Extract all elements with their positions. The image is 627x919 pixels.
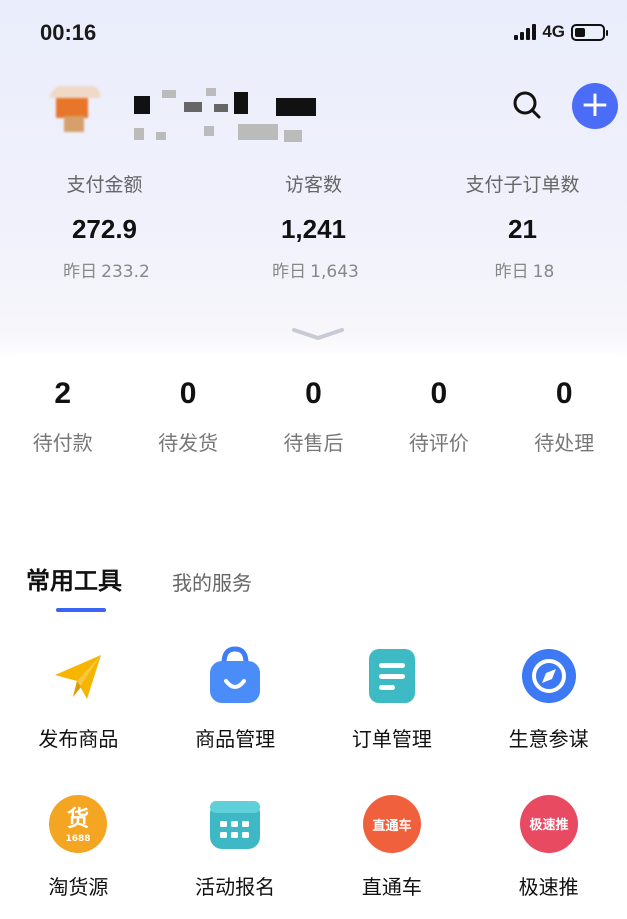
main-card: 2 待付款 0 待发货 0 待售后 0 待评价 0 待处理 常用工具 我的服务 bbox=[0, 353, 627, 919]
stat-value: 1,241 bbox=[280, 214, 347, 244]
svg-text:货: 货 bbox=[67, 806, 89, 832]
stat-label: 支付子订单数 bbox=[465, 174, 580, 196]
status-icons: 4G bbox=[514, 22, 608, 42]
calendar-icon bbox=[204, 793, 266, 855]
tab-my-services[interactable]: 我的服务 bbox=[172, 567, 252, 596]
order-after-sales[interactable]: 0 待售后 bbox=[251, 377, 376, 456]
tool-goods-source[interactable]: 货 1688 淘货源 bbox=[0, 793, 157, 919]
add-button[interactable]: + bbox=[572, 83, 618, 129]
tool-order-management[interactable]: 订单管理 bbox=[314, 645, 471, 793]
tool-product-management[interactable]: 商品管理 bbox=[157, 645, 314, 793]
order-pending-handling[interactable]: 0 待处理 bbox=[502, 377, 627, 456]
tools-grid: 发布商品 商品管理 订单管理 生意参谋 货 1688 淘货源 活动报名 直通车 … bbox=[0, 645, 627, 919]
order-label: 待发货 bbox=[158, 431, 219, 455]
order-label: 待付款 bbox=[32, 431, 93, 455]
shop-name-pixelated[interactable] bbox=[126, 82, 326, 142]
order-count: 0 bbox=[555, 377, 573, 410]
shop-avatar[interactable] bbox=[46, 80, 106, 140]
svg-text:直通车: 直通车 bbox=[372, 818, 411, 834]
order-pending-payment[interactable]: 2 待付款 bbox=[0, 377, 125, 456]
stat-yesterday: 昨日 233.2 bbox=[63, 262, 150, 282]
stat-yesterday: 昨日 1,643 bbox=[272, 262, 359, 282]
tool-label: 发布商品 bbox=[38, 727, 119, 751]
goods-source-icon: 货 1688 bbox=[47, 793, 109, 855]
stat-label: 支付金额 bbox=[66, 174, 143, 196]
tool-label: 淘货源 bbox=[48, 875, 109, 899]
status-bar: 00:16 4G bbox=[0, 0, 627, 70]
shopping-bag-icon bbox=[204, 645, 266, 707]
tool-business-advisor[interactable]: 生意参谋 bbox=[470, 645, 627, 793]
network-label: 4G bbox=[542, 22, 565, 41]
tools-tabs: 常用工具 我的服务 bbox=[26, 561, 252, 612]
order-count: 2 bbox=[54, 377, 72, 410]
order-status-row: 2 待付款 0 待发货 0 待售后 0 待评价 0 待处理 bbox=[0, 377, 627, 456]
order-pending-shipment[interactable]: 0 待发货 bbox=[125, 377, 250, 456]
ztc-icon: 直通车 bbox=[361, 793, 423, 855]
stat-yesterday: 昨日 18 bbox=[494, 262, 555, 282]
document-list-icon bbox=[361, 645, 423, 707]
tool-event-signup[interactable]: 活动报名 bbox=[157, 793, 314, 919]
order-count: 0 bbox=[305, 377, 322, 410]
tool-jisutui[interactable]: 极速推 极速推 bbox=[470, 793, 627, 919]
stat-label: 访客数 bbox=[284, 174, 342, 196]
tool-label: 商品管理 bbox=[195, 727, 276, 751]
compass-icon bbox=[518, 645, 580, 707]
order-pending-review[interactable]: 0 待评价 bbox=[376, 377, 501, 456]
svg-text:极速推: 极速推 bbox=[529, 817, 568, 833]
store-stats: 支付金额 272.9 昨日 233.2 访客数 1,241 昨日 1,643 支付子… bbox=[0, 170, 627, 282]
tool-label: 活动报名 bbox=[195, 875, 276, 899]
order-label: 待处理 bbox=[534, 431, 595, 455]
order-count: 0 bbox=[179, 377, 197, 410]
jisutui-icon: 极速推 bbox=[518, 793, 580, 855]
tool-publish-product[interactable]: 发布商品 bbox=[0, 645, 157, 793]
order-label: 待评价 bbox=[408, 431, 469, 455]
svg-text:1688: 1688 bbox=[66, 834, 91, 844]
stat-value: 21 bbox=[508, 214, 537, 244]
tool-label: 直通车 bbox=[361, 875, 422, 899]
shop-header: + bbox=[0, 70, 627, 150]
order-count: 0 bbox=[430, 377, 448, 410]
tool-label: 生意参谋 bbox=[508, 727, 589, 751]
stat-visitors[interactable]: 访客数 1,241 昨日 1,643 bbox=[209, 170, 418, 282]
order-label: 待售后 bbox=[283, 431, 344, 455]
stat-value: 272.9 bbox=[71, 214, 138, 244]
tab-common-tools[interactable]: 常用工具 bbox=[26, 561, 122, 612]
tool-label: 极速推 bbox=[518, 875, 579, 899]
paper-plane-icon bbox=[47, 645, 109, 707]
tool-ztc[interactable]: 直通车 直通车 bbox=[314, 793, 471, 919]
tool-label: 订单管理 bbox=[351, 727, 432, 751]
search-icon[interactable] bbox=[510, 88, 544, 122]
chevron-down-icon[interactable] bbox=[290, 325, 346, 343]
stat-payment-amount[interactable]: 支付金额 272.9 昨日 233.2 bbox=[0, 170, 209, 282]
status-time: 00:16 bbox=[40, 20, 97, 45]
signal-icon bbox=[514, 24, 537, 40]
battery-icon bbox=[571, 23, 608, 41]
stat-paid-suborders[interactable]: 支付子订单数 21 昨日 18 bbox=[418, 170, 627, 282]
